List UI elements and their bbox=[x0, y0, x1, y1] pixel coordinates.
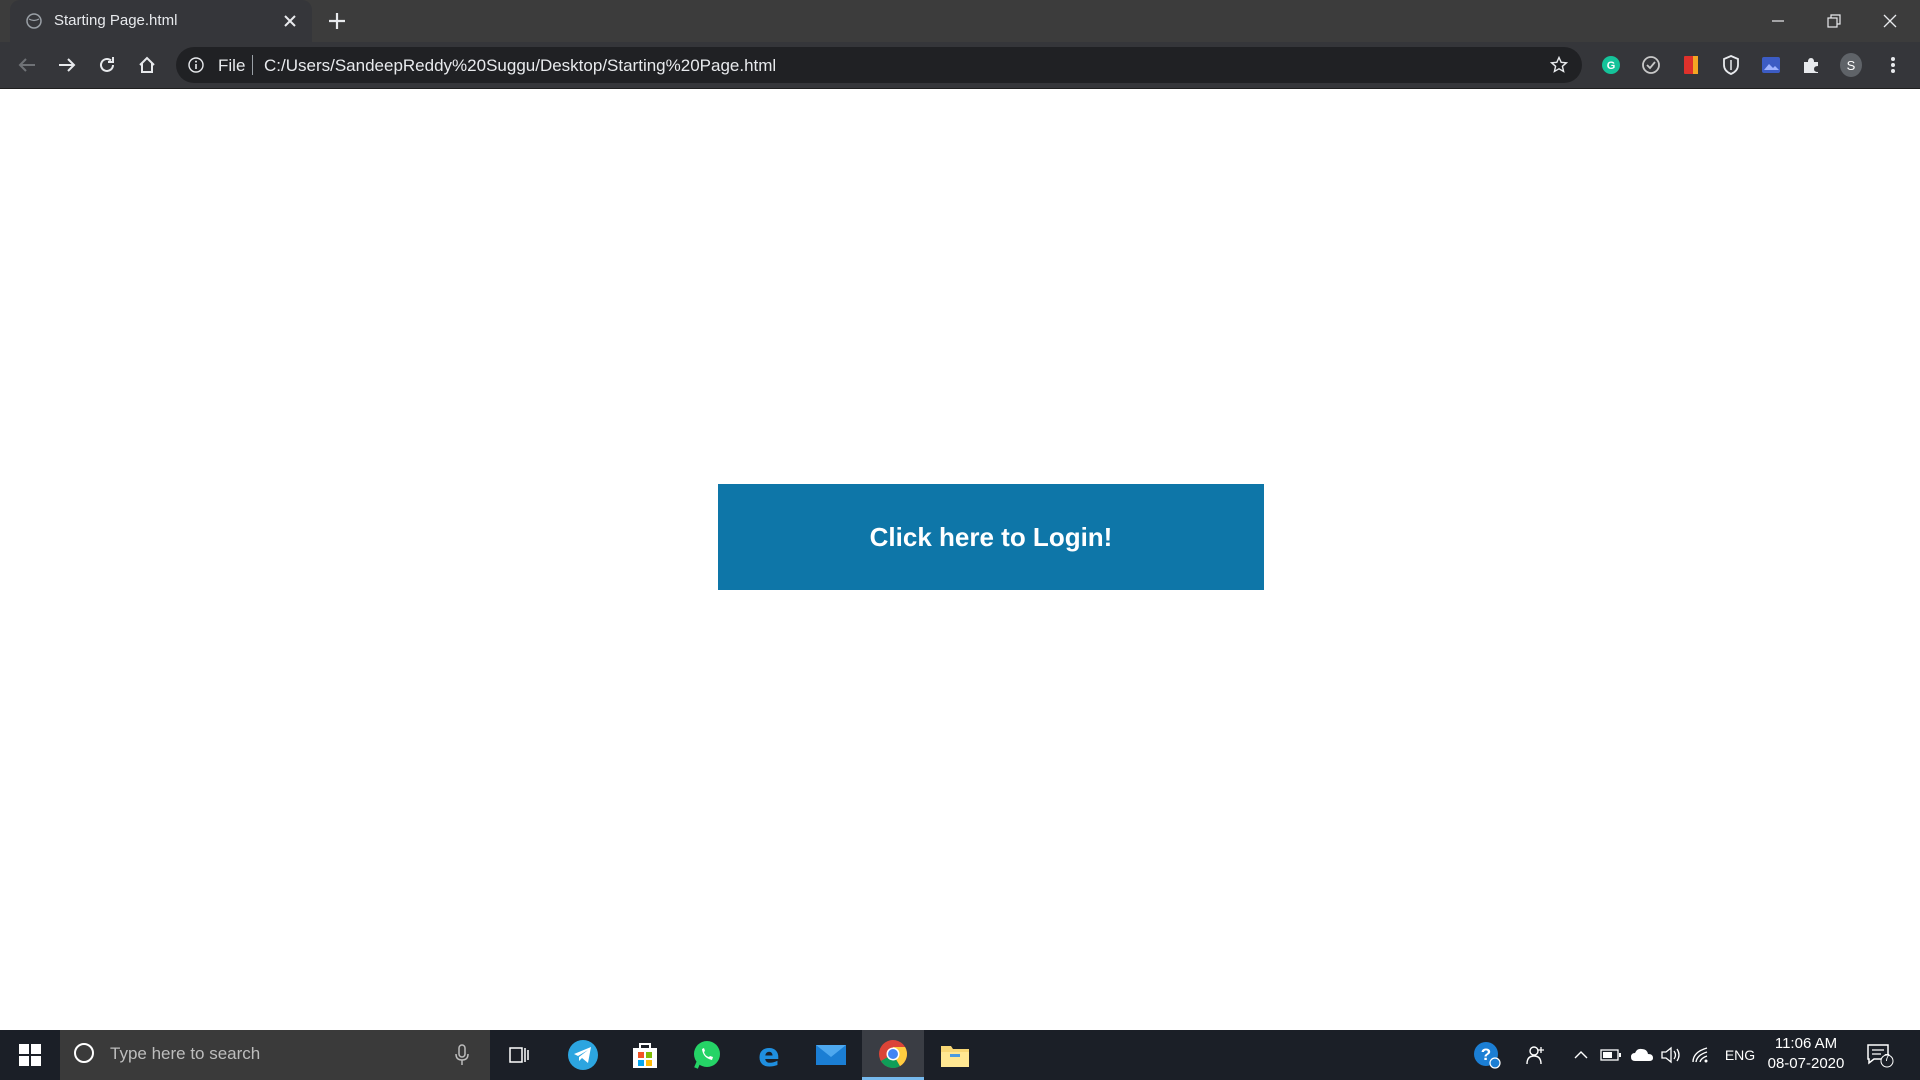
whatsapp-app[interactable] bbox=[676, 1030, 738, 1080]
battery-icon bbox=[1600, 1049, 1621, 1061]
grammarly-icon: G bbox=[1602, 56, 1620, 74]
home-button[interactable] bbox=[134, 52, 160, 78]
volume-tray-item[interactable] bbox=[1658, 1030, 1684, 1080]
telegram-app[interactable] bbox=[552, 1030, 614, 1080]
scheme-label: File bbox=[218, 56, 246, 75]
task-view-button[interactable] bbox=[489, 1030, 551, 1080]
help-tray-item[interactable]: ? bbox=[1470, 1030, 1504, 1080]
whatsapp-icon bbox=[694, 1041, 720, 1069]
onedrive-tray-item[interactable] bbox=[1628, 1030, 1656, 1080]
arrow-right-icon bbox=[59, 58, 76, 72]
address-bar[interactable]: File C:/Users/SandeepReddy%20Suggu/Deskt… bbox=[176, 47, 1582, 83]
close-icon bbox=[1883, 14, 1897, 28]
folder-icon bbox=[941, 1046, 969, 1067]
restore-icon bbox=[1827, 14, 1841, 28]
network-tray-item[interactable] bbox=[1688, 1030, 1714, 1080]
grammarly-extension[interactable]: G bbox=[1600, 54, 1622, 76]
close-tab-icon[interactable] bbox=[282, 13, 298, 29]
image-icon bbox=[1762, 57, 1780, 73]
arrow-left-icon bbox=[18, 58, 35, 72]
windows-taskbar: Type here to search e ? ENG 11:06 AM 08-… bbox=[0, 1030, 1920, 1080]
new-tab-icon[interactable] bbox=[326, 10, 348, 32]
restore-button[interactable] bbox=[1806, 6, 1862, 36]
scheme-divider bbox=[252, 55, 253, 75]
extensions-button[interactable] bbox=[1800, 54, 1822, 76]
profile-initial: S bbox=[1846, 57, 1856, 73]
menu-button[interactable] bbox=[1882, 54, 1904, 76]
login-button[interactable]: Click here to Login! bbox=[718, 484, 1264, 590]
profile-button[interactable]: S bbox=[1840, 53, 1862, 77]
home-icon bbox=[139, 56, 155, 73]
action-center-button[interactable]: 7 bbox=[1866, 1042, 1894, 1068]
info-icon[interactable] bbox=[188, 57, 204, 73]
privacy-extension[interactable] bbox=[1640, 54, 1662, 76]
speaker-icon bbox=[1661, 1046, 1680, 1064]
globe-icon bbox=[26, 13, 42, 29]
page-viewport: Click here to Login! bbox=[0, 89, 1920, 1029]
cloud-icon bbox=[1631, 1048, 1653, 1061]
svg-text:G: G bbox=[1607, 60, 1616, 72]
browser-title-bar: Starting Page.html bbox=[0, 0, 1920, 42]
microphone-icon[interactable] bbox=[454, 1044, 470, 1066]
cortana-icon bbox=[74, 1043, 94, 1063]
red-bookmark-extension[interactable] bbox=[1680, 54, 1702, 76]
wifi-icon bbox=[1692, 1047, 1708, 1063]
reload-button[interactable] bbox=[94, 52, 120, 78]
reload-icon bbox=[100, 57, 114, 72]
notification-count: 7 bbox=[1884, 1053, 1890, 1064]
back-button[interactable] bbox=[14, 52, 40, 78]
more-vertical-icon bbox=[1891, 57, 1895, 73]
chrome-app[interactable] bbox=[862, 1030, 924, 1080]
shield-check-icon bbox=[1642, 56, 1660, 74]
close-window-button[interactable] bbox=[1862, 6, 1918, 36]
people-icon bbox=[1526, 1046, 1544, 1065]
chevron-up-icon bbox=[1574, 1051, 1588, 1059]
bookmark-star-icon[interactable] bbox=[1550, 56, 1568, 74]
people-tray-item[interactable] bbox=[1520, 1030, 1554, 1080]
store-bag-icon bbox=[633, 1043, 657, 1068]
forward-button[interactable] bbox=[54, 52, 80, 78]
clock-date: 08-07-2020 bbox=[1767, 1055, 1845, 1072]
file-explorer-app[interactable] bbox=[924, 1030, 986, 1080]
adblock-extension[interactable] bbox=[1720, 54, 1742, 76]
language-label: ENG bbox=[1724, 1047, 1756, 1063]
edge-icon: e bbox=[758, 1040, 780, 1070]
telegram-icon bbox=[568, 1040, 598, 1070]
clock-time: 11:06 AM bbox=[1774, 1035, 1838, 1052]
screenshot-extension[interactable] bbox=[1760, 54, 1782, 76]
puzzle-icon bbox=[1804, 58, 1818, 73]
taskbar-clock[interactable]: 11:06 AM 08-07-2020 bbox=[1764, 1034, 1848, 1074]
tab-title: Starting Page.html bbox=[54, 12, 178, 29]
mail-icon bbox=[816, 1045, 846, 1065]
show-hidden-icons-button[interactable] bbox=[1570, 1030, 1592, 1080]
search-placeholder: Type here to search bbox=[110, 1044, 261, 1063]
taskbar-search-box[interactable]: Type here to search bbox=[60, 1030, 490, 1080]
windows-logo-icon bbox=[19, 1044, 41, 1066]
microsoft-store-app[interactable] bbox=[614, 1030, 676, 1080]
minimize-button[interactable] bbox=[1750, 6, 1806, 36]
svg-text:?: ? bbox=[1481, 1045, 1491, 1064]
shield-icon bbox=[1723, 55, 1739, 75]
browser-toolbar: File C:/Users/SandeepReddy%20Suggu/Deskt… bbox=[0, 42, 1920, 89]
task-view-icon bbox=[509, 1047, 529, 1063]
minimize-icon bbox=[1772, 20, 1784, 22]
help-icon: ? bbox=[1474, 1042, 1501, 1069]
avatar: S bbox=[1840, 53, 1862, 77]
url-text[interactable]: C:/Users/SandeepReddy%20Suggu/Desktop/St… bbox=[264, 56, 776, 76]
start-button[interactable] bbox=[0, 1030, 60, 1080]
language-indicator[interactable]: ENG bbox=[1720, 1030, 1760, 1080]
chrome-icon bbox=[879, 1039, 907, 1068]
browser-tab[interactable]: Starting Page.html bbox=[10, 0, 312, 42]
svg-text:e: e bbox=[758, 1040, 780, 1070]
edge-app[interactable]: e bbox=[738, 1030, 800, 1080]
mail-app[interactable] bbox=[800, 1030, 862, 1080]
bookmark-icon bbox=[1684, 56, 1698, 74]
battery-tray-item[interactable] bbox=[1598, 1030, 1624, 1080]
